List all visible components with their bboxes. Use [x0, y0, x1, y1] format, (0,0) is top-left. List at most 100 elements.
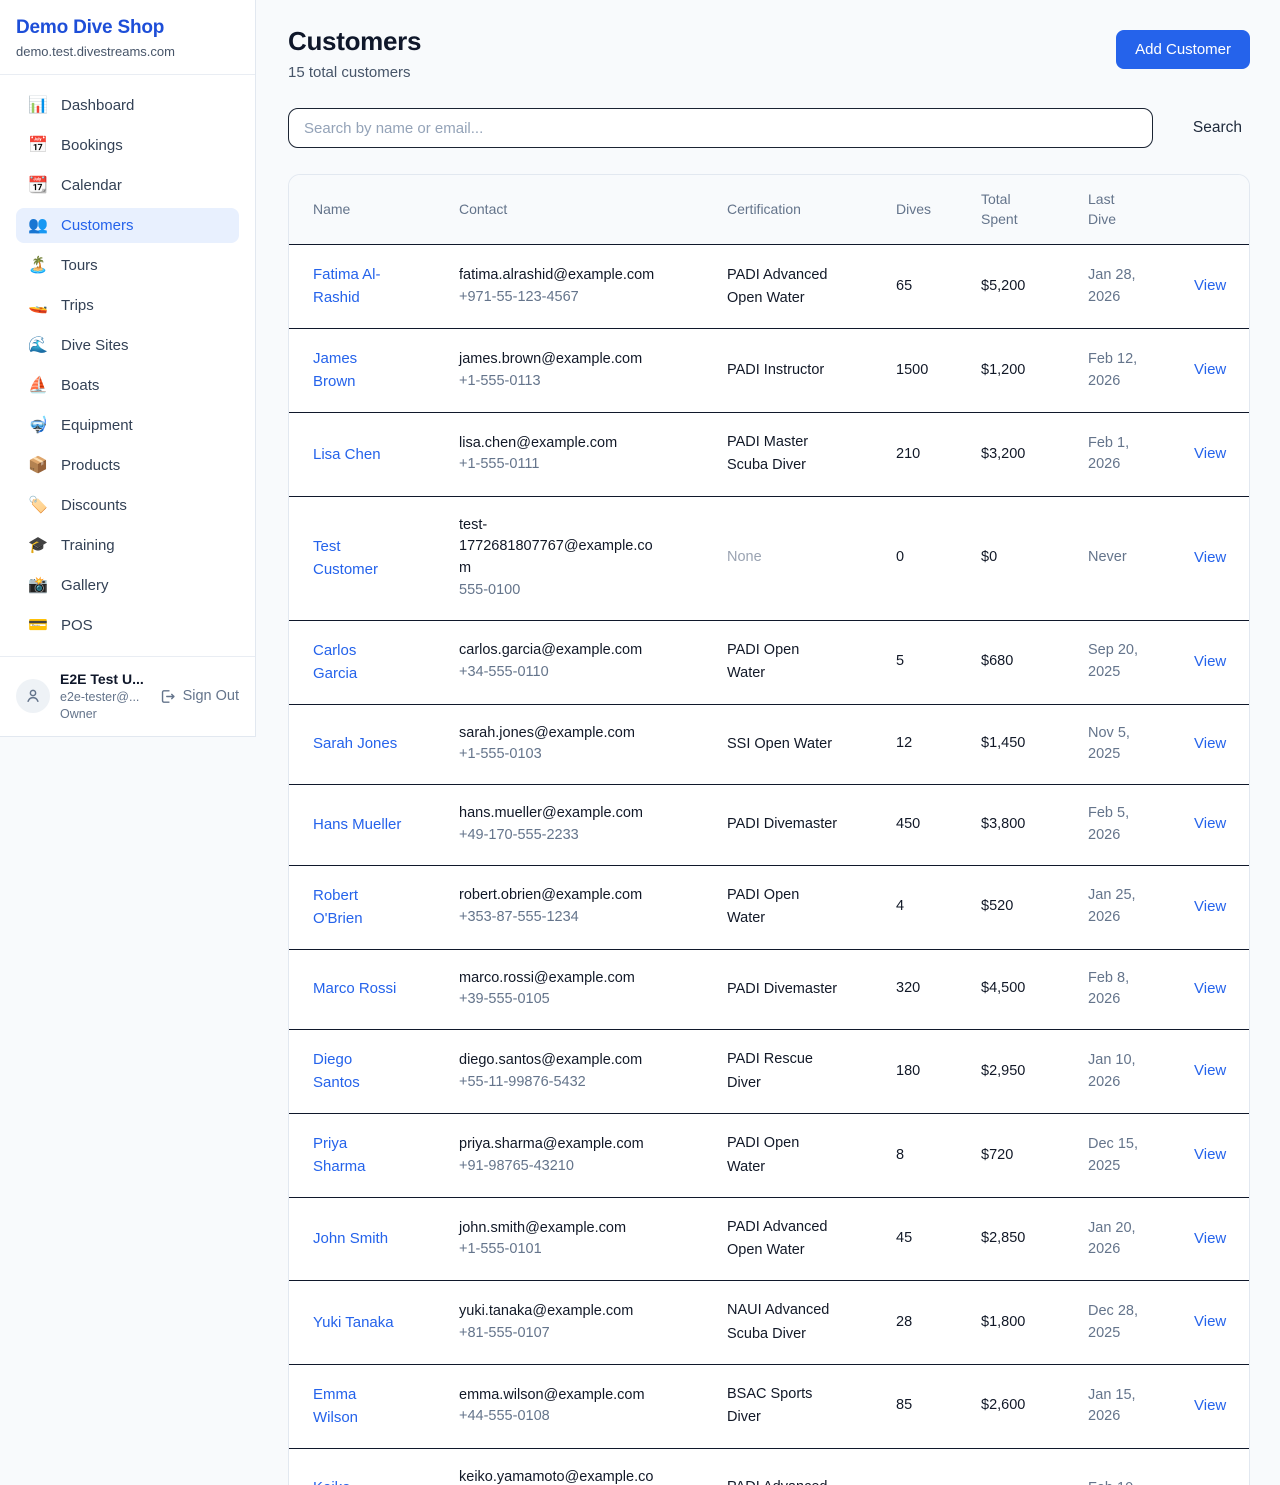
view-link[interactable]: View: [1194, 277, 1226, 294]
sidebar-item-calendar[interactable]: 📆 Calendar: [16, 168, 239, 203]
cell-dives: 320: [896, 949, 981, 1030]
diving-mask-icon: 🤿: [28, 418, 48, 434]
cell-total-spent: $1,200: [981, 329, 1088, 413]
main-content: Customers 15 total customers Add Custome…: [256, 0, 1280, 1485]
view-link[interactable]: View: [1194, 445, 1226, 462]
customer-name-link[interactable]: Carlos Garcia: [313, 639, 403, 686]
cell-action: View: [1194, 1364, 1249, 1448]
cell-contact: fatima.alrashid@example.com +971-55-123-…: [459, 245, 727, 329]
sidebar-item-trips[interactable]: 🚤 Trips: [16, 288, 239, 323]
sidebar-item-dive-sites[interactable]: 🌊 Dive Sites: [16, 328, 239, 363]
customer-dives: 180: [896, 1063, 920, 1079]
avatar: [16, 679, 50, 713]
sidebar-item-boats[interactable]: ⛵ Boats: [16, 368, 239, 403]
customer-name-link[interactable]: Keiko Yamamoto: [313, 1476, 403, 1485]
customer-phone: +353-87-555-1234: [459, 907, 719, 929]
cell-name: John Smith: [289, 1198, 459, 1281]
customer-name-link[interactable]: Robert O'Brien: [313, 884, 403, 931]
sidebar-item-equipment[interactable]: 🤿 Equipment: [16, 408, 239, 443]
customer-total-spent: $1,450: [981, 735, 1025, 751]
view-link[interactable]: View: [1194, 735, 1226, 752]
view-link[interactable]: View: [1194, 549, 1226, 566]
customer-certification: PADI Divemaster: [727, 978, 837, 1001]
cell-dives: 12: [896, 704, 981, 785]
customer-certification: PADI Advanced Open Water: [727, 264, 839, 310]
cell-total-spent: $2,600: [981, 1364, 1088, 1448]
cell-name: Sarah Jones: [289, 704, 459, 785]
sidebar-item-discounts[interactable]: 🏷️ Discounts: [16, 488, 239, 523]
sidebar-item-label: Products: [61, 457, 120, 474]
cell-certification: PADI Divemaster: [727, 785, 896, 866]
customer-name-link[interactable]: Fatima Al-Rashid: [313, 263, 403, 310]
customer-total-spent: $4,500: [981, 980, 1025, 996]
customer-name-link[interactable]: Lisa Chen: [313, 443, 381, 466]
view-link[interactable]: View: [1194, 1062, 1226, 1079]
sidebar-item-pos[interactable]: 💳 POS: [16, 608, 239, 643]
customer-phone: +39-555-0105: [459, 989, 719, 1011]
table-row: Diego Santos diego.santos@example.com +5…: [289, 1030, 1249, 1114]
view-link[interactable]: View: [1194, 980, 1226, 997]
table-header-row: NameContactCertificationDivesTotal Spent…: [289, 175, 1249, 245]
cell-certification: BSAC Sports Diver: [727, 1364, 896, 1448]
customer-dives: 0: [896, 549, 904, 565]
view-link[interactable]: View: [1194, 815, 1226, 832]
view-link[interactable]: View: [1194, 1397, 1226, 1414]
sidebar-item-products[interactable]: 📦 Products: [16, 448, 239, 483]
sidebar-item-label: POS: [61, 617, 93, 634]
customer-name-link[interactable]: Yuki Tanaka: [313, 1311, 394, 1334]
customer-name-link[interactable]: John Smith: [313, 1227, 388, 1250]
sidebar-item-customers[interactable]: 👥 Customers: [16, 208, 239, 243]
table-row: Priya Sharma priya.sharma@example.com +9…: [289, 1114, 1249, 1198]
view-link[interactable]: View: [1194, 653, 1226, 670]
sidebar-item-tours[interactable]: 🏝️ Tours: [16, 248, 239, 283]
user-name: E2E Test U...: [60, 670, 144, 689]
search-button[interactable]: Search: [1185, 119, 1250, 137]
customer-name-link[interactable]: Test Customer: [313, 535, 403, 582]
cell-certification: SSI Open Water: [727, 704, 896, 785]
sidebar-item-label: Bookings: [61, 137, 123, 154]
sidebar-item-label: Dive Sites: [61, 337, 129, 354]
customer-name-link[interactable]: Sarah Jones: [313, 732, 397, 755]
column-header: [1194, 175, 1249, 245]
view-link[interactable]: View: [1194, 1146, 1226, 1163]
cell-name: Lisa Chen: [289, 413, 459, 496]
cell-name: Emma Wilson: [289, 1364, 459, 1448]
search-input[interactable]: [288, 108, 1153, 148]
sidebar-item-training[interactable]: 🎓 Training: [16, 528, 239, 563]
customer-name-link[interactable]: James Brown: [313, 347, 403, 394]
view-link[interactable]: View: [1194, 1313, 1226, 1330]
cell-certification: PADI Rescue Diver: [727, 1030, 896, 1114]
customers-table-card: NameContactCertificationDivesTotal Spent…: [288, 174, 1250, 1485]
sidebar-item-gallery[interactable]: 📸 Gallery: [16, 568, 239, 603]
island-icon: 🏝️: [28, 258, 48, 274]
sidebar-item-label: Discounts: [61, 497, 127, 514]
customer-dives: 5: [896, 653, 904, 669]
cell-certification: PADI Instructor: [727, 329, 896, 413]
customer-name-link[interactable]: Marco Rossi: [313, 977, 396, 1000]
view-link[interactable]: View: [1194, 361, 1226, 378]
customer-name-link[interactable]: Diego Santos: [313, 1048, 403, 1095]
column-header: Name: [289, 175, 459, 245]
page-title: Customers: [288, 26, 421, 57]
customer-dives: 320: [896, 980, 920, 996]
table-row: Robert O'Brien robert.obrien@example.com…: [289, 865, 1249, 949]
customer-name-link[interactable]: Hans Mueller: [313, 813, 401, 836]
sign-out-button[interactable]: Sign Out: [159, 688, 239, 705]
view-link[interactable]: View: [1194, 898, 1226, 915]
customer-total-spent: $520: [981, 898, 1013, 914]
customer-phone: +34-555-0110: [459, 662, 719, 684]
sidebar: Demo Dive Shop demo.test.divestreams.com…: [0, 0, 256, 737]
customer-name-link[interactable]: Emma Wilson: [313, 1383, 403, 1430]
sidebar-item-label: Trips: [61, 297, 94, 314]
customer-total-spent: $1,800: [981, 1314, 1025, 1330]
cell-certification: PADI Open Water: [727, 865, 896, 949]
cell-action: View: [1194, 245, 1249, 329]
view-link[interactable]: View: [1194, 1230, 1226, 1247]
add-customer-button[interactable]: Add Customer: [1116, 30, 1250, 69]
customer-name-link[interactable]: Priya Sharma: [313, 1132, 403, 1179]
user-meta: E2E Test U... e2e-tester@... Owner: [60, 670, 144, 723]
sidebar-item-bookings[interactable]: 📅 Bookings: [16, 128, 239, 163]
sidebar-item-dashboard[interactable]: 📊 Dashboard: [16, 88, 239, 123]
sign-out-icon: [159, 688, 176, 705]
cell-certification: PADI Open Water: [727, 1114, 896, 1198]
